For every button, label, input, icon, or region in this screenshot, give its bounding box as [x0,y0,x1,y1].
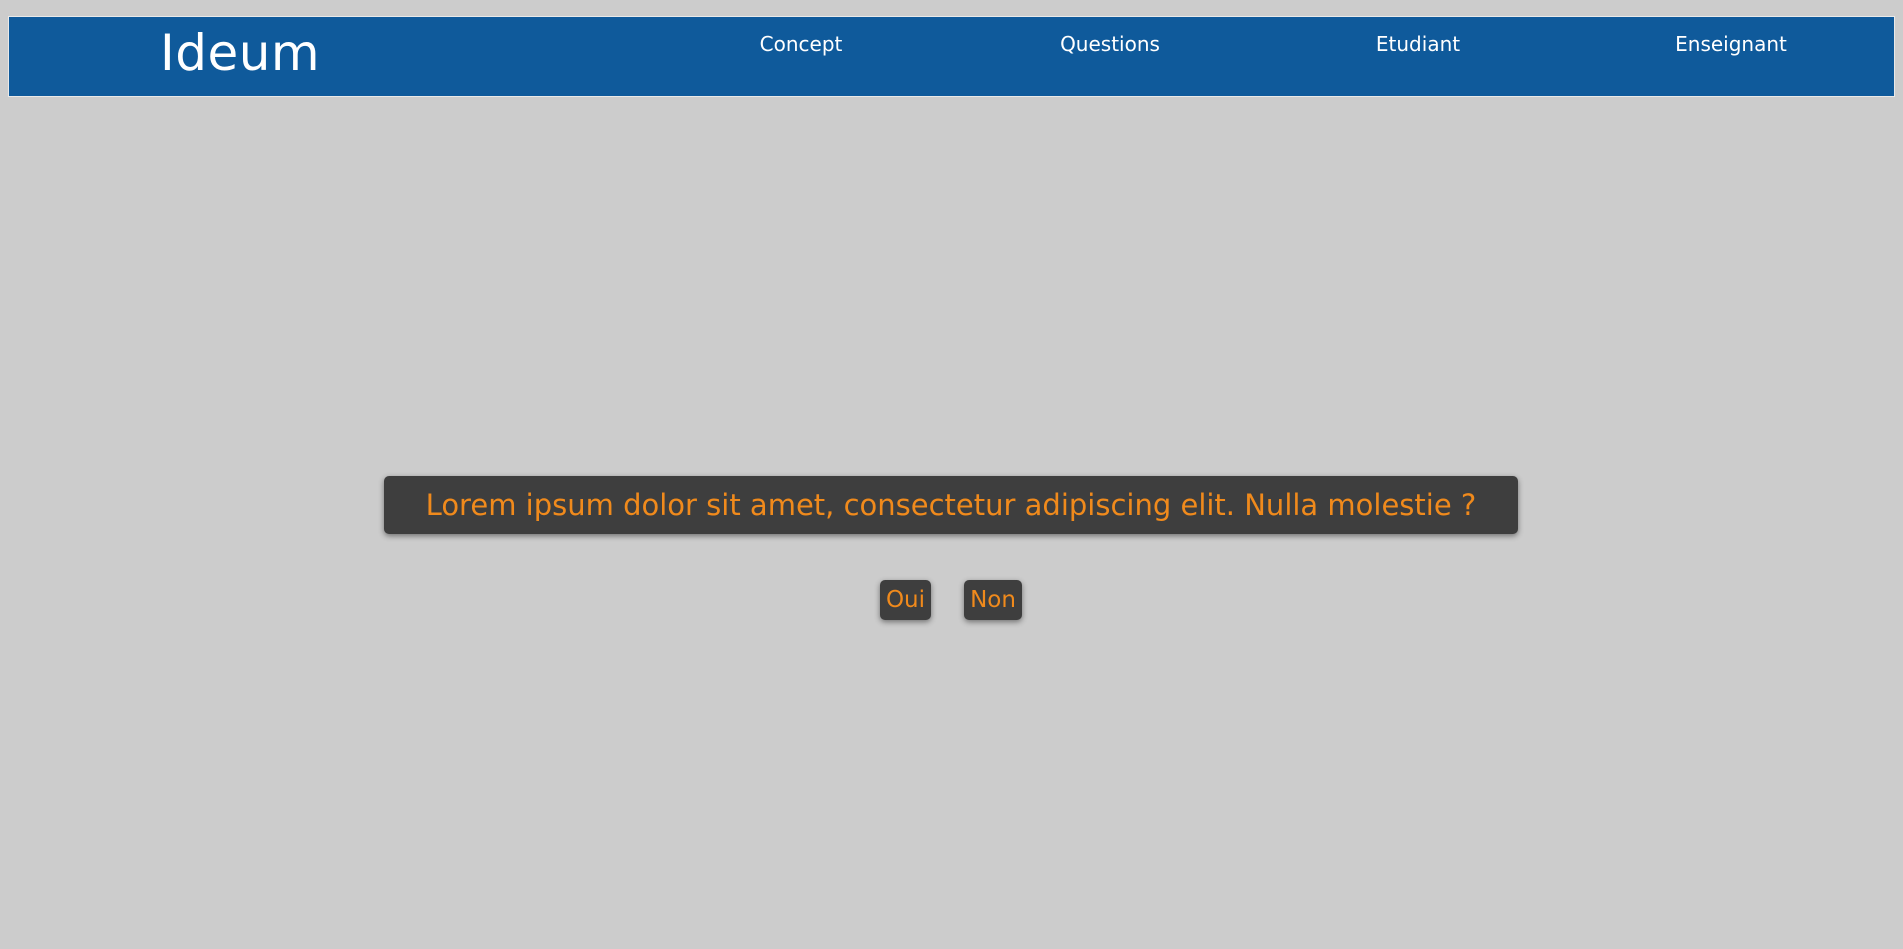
page: Ideum Concept Questions Etudiant Enseign… [0,0,1903,949]
nav-link-enseignant[interactable]: Enseignant [1675,31,1787,57]
question-text: Lorem ipsum dolor sit amet, consectetur … [384,476,1518,534]
nav-link-questions[interactable]: Questions [1060,31,1160,57]
yes-button[interactable]: Oui [880,580,931,620]
no-button[interactable]: Non [964,580,1022,620]
nav-link-etudiant[interactable]: Etudiant [1376,31,1460,57]
brand-logo[interactable]: Ideum [160,23,320,83]
top-navbar: Ideum Concept Questions Etudiant Enseign… [8,16,1895,97]
nav-link-concept[interactable]: Concept [760,31,843,57]
